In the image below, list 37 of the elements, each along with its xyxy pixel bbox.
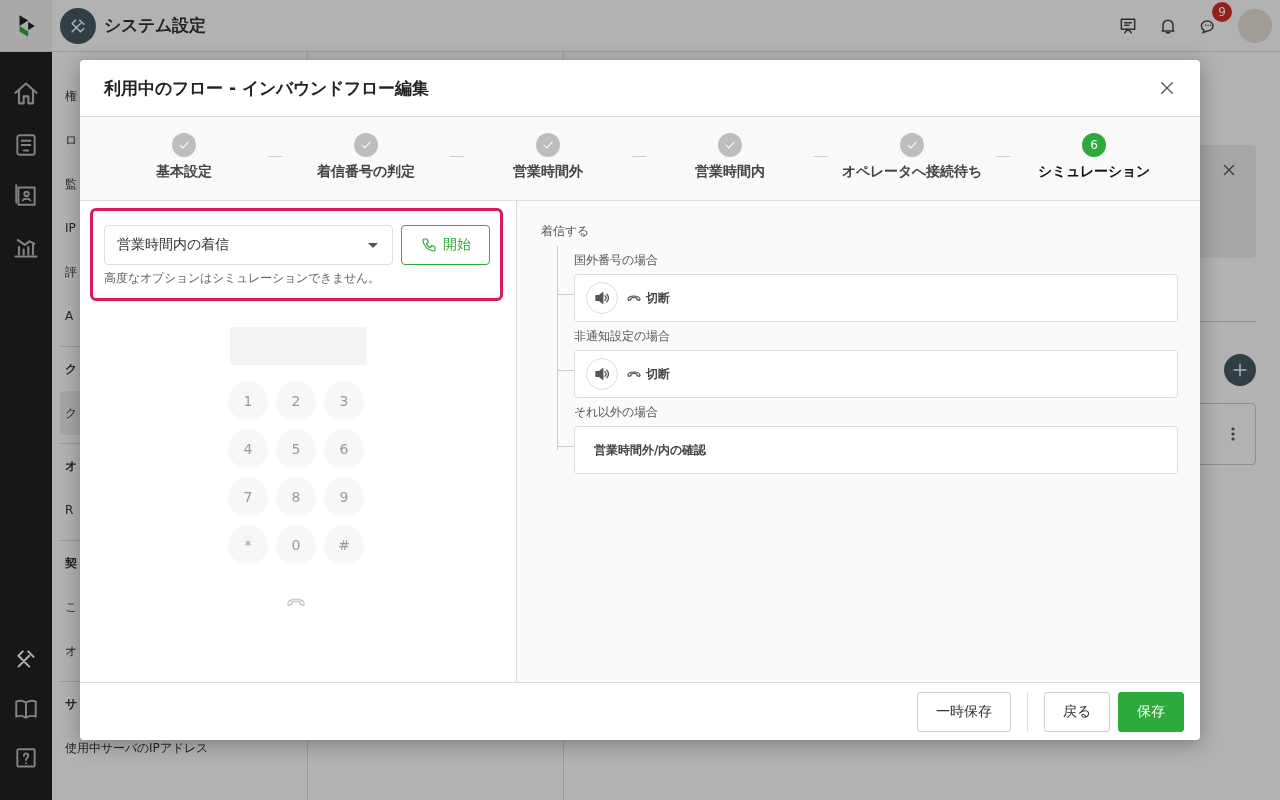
close-button[interactable] [1158,79,1176,97]
step-tab[interactable]: オペレータへ接続待ち [842,163,982,181]
action-label: 切断 [646,365,670,383]
call-type-dropdown[interactable]: 営業時間内の着信 [104,225,394,265]
step-number: 6 [1082,133,1106,157]
flow-node-card[interactable]: 切断 [574,274,1178,322]
condition-label: 非通知設定の場合 [574,328,671,345]
page-title: システム設定 [104,14,207,37]
flow-node-card[interactable]: 営業時間外/内の確認 [574,426,1178,474]
step-tab[interactable]: 営業時間外 [513,163,583,181]
step-tab[interactable]: 基本設定 [156,163,212,181]
action-label: 切断 [646,289,670,307]
list-icon [13,132,39,158]
footer-button[interactable]: 一時保存 [917,691,1011,732]
step-tab[interactable]: シミュレーション [1038,163,1150,181]
condition-label: それ以外の場合 [574,404,659,421]
flow-root-label: 着信する [541,223,590,240]
flow-node-card[interactable]: 切断 [574,350,1178,398]
sidebar-section-title: ク [65,360,77,378]
dialog-title: 利用中のフロー - インバウンドフロー編集 [104,76,429,100]
sidebar-section-title: サ [65,695,77,713]
notification-badge: 9 [1212,1,1232,22]
close-icon [1158,79,1176,97]
sidebar-section-title: 契 [65,554,77,572]
speaker-icon [593,289,611,307]
step-tab[interactable]: 着信番号の判定 [317,163,415,181]
step-tab[interactable]: 営業時間内 [695,163,765,181]
condition-label: 国外番号の場合 [574,252,659,269]
contact-card-icon [13,182,39,208]
sidebar-section-title: オ [65,457,77,475]
speaker-icon [593,365,611,383]
footer-button[interactable]: 戻る [1044,691,1110,732]
phone-icon [420,237,437,253]
action-label: 営業時間外/内の確認 [594,441,707,459]
note-text: 高度なオプションはシミュレーションできません。 [104,271,381,286]
more-icon[interactable] [1231,427,1235,441]
add-button[interactable] [1224,354,1256,386]
